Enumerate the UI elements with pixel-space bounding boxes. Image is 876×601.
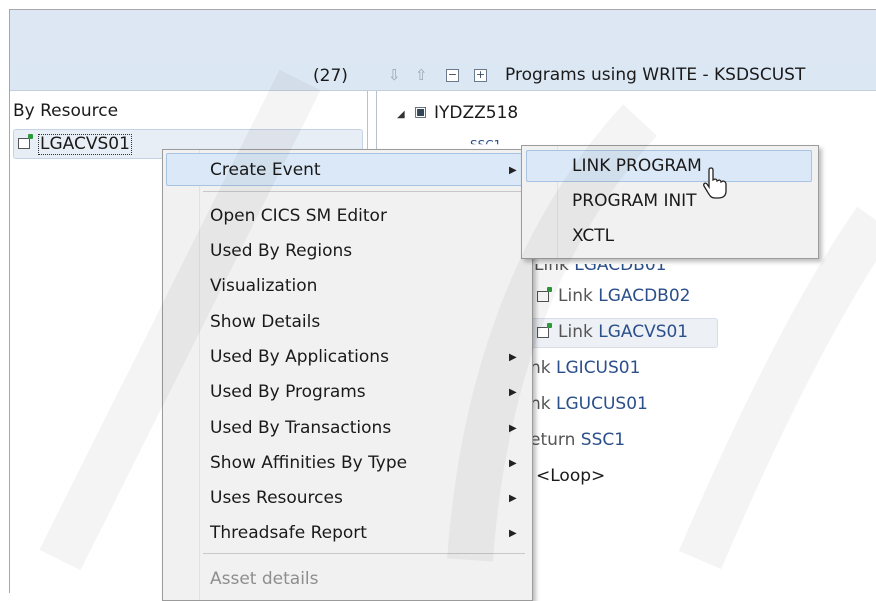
view-title: Programs using WRITE - KSDSCUST: [505, 65, 806, 85]
menu-item-used-by-applications[interactable]: Used By Applications: [210, 347, 389, 367]
expand-all-icon[interactable]: +: [474, 69, 487, 82]
tree-row-link-lgucus01[interactable]: nk LGUCUS01: [530, 394, 648, 414]
menu-item-asset-details: Asset details: [210, 569, 319, 589]
move-down-icon[interactable]: ⇩: [388, 66, 401, 84]
menu-separator: [203, 191, 525, 192]
by-resource-heading: By Resource: [13, 101, 119, 121]
submenu-item-link-program[interactable]: LINK PROGRAM: [572, 156, 702, 176]
menu-item-uses-resources[interactable]: Uses Resources: [210, 488, 343, 508]
tree-row-link-lgicus01[interactable]: nk LGICUS01: [530, 358, 640, 378]
resource-item-label[interactable]: LGACVS01: [38, 134, 132, 155]
submenu-arrow-icon: ▶: [509, 165, 517, 176]
program-icon: [18, 134, 33, 149]
region-icon: ▣: [414, 104, 428, 120]
submenu-arrow-icon: ▶: [509, 352, 517, 363]
create-event-submenu: LINK PROGRAM PROGRAM INIT XCTL: [521, 145, 819, 259]
tree-row-link-lgacdb02[interactable]: Link LGACDB02: [558, 286, 690, 306]
menu-gutter: [199, 150, 200, 600]
tree-row-link-lgacvs01[interactable]: Link LGACVS01: [558, 322, 688, 342]
menu-item-open-cics-sm-editor[interactable]: Open CICS SM Editor: [210, 206, 387, 226]
tree-row-return-ssc1[interactable]: eturn SSC1: [530, 430, 625, 450]
menu-item-show-details[interactable]: Show Details: [210, 312, 320, 332]
submenu-arrow-icon: ▶: [509, 493, 517, 504]
menu-item-threadsafe-report[interactable]: Threadsafe Report: [210, 523, 367, 543]
tree-root-label[interactable]: IYDZZ518: [434, 103, 518, 123]
hand-cursor-icon: [703, 167, 727, 199]
submenu-item-xctl[interactable]: XCTL: [572, 226, 614, 246]
context-menu: Create Event ▶ Open CICS SM Editor Used …: [162, 149, 533, 601]
submenu-arrow-icon: ▶: [509, 423, 517, 434]
program-icon: [537, 323, 552, 338]
move-up-icon[interactable]: ⇧: [415, 66, 428, 84]
program-icon: [537, 287, 552, 302]
menu-item-show-affinities-by-type[interactable]: Show Affinities By Type: [210, 453, 407, 473]
submenu-arrow-icon: ▶: [509, 387, 517, 398]
result-count: (27): [313, 66, 348, 86]
submenu-arrow-icon: ▶: [509, 528, 517, 539]
submenu-arrow-icon: ▶: [509, 458, 517, 469]
menu-item-used-by-programs[interactable]: Used By Programs: [210, 382, 366, 402]
menu-item-create-event[interactable]: Create Event: [210, 160, 321, 180]
menu-item-used-by-transactions[interactable]: Used By Transactions: [210, 418, 391, 438]
top-toolbar-area: [10, 10, 876, 62]
tree-row-loop[interactable]: <Loop>: [536, 466, 605, 486]
menu-item-used-by-regions[interactable]: Used By Regions: [210, 241, 352, 261]
menu-item-visualization[interactable]: Visualization: [210, 276, 317, 296]
collapse-all-icon[interactable]: −: [446, 69, 459, 82]
menu-separator: [203, 553, 525, 554]
submenu-item-program-init[interactable]: PROGRAM INIT: [572, 191, 697, 211]
tree-expand-arrow[interactable]: ◢: [397, 109, 405, 120]
